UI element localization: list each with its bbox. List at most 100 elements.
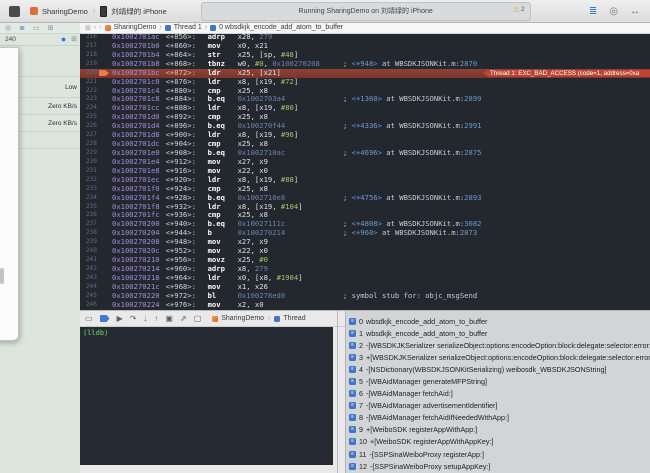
- exception-annotation[interactable]: Thread 1: EXC_BAD_ACCESS (code=1, addres…: [483, 70, 650, 77]
- line-number[interactable]: 227: [80, 131, 97, 140]
- stack-frame[interactable]: ≡5-[WBAidManager generateMFPString]: [346, 375, 650, 387]
- stack-frame[interactable]: ≡11-[SSPSinaWeiboProxy registerApp:]: [346, 448, 650, 460]
- standard-editor-icon[interactable]: ≣: [589, 6, 597, 17]
- gutter[interactable]: [97, 203, 112, 212]
- step-into-icon[interactable]: ↓: [143, 314, 147, 323]
- version-editor-icon[interactable]: ↔: [630, 6, 640, 17]
- gutter[interactable]: [97, 87, 112, 96]
- gutter[interactable]: [97, 104, 112, 113]
- stack-frame[interactable]: ≡0wbsdkjk_encode_add_atom_to_buffer: [346, 315, 650, 327]
- line-number[interactable]: 217: [80, 42, 97, 51]
- gutter[interactable]: [97, 33, 112, 42]
- line-number[interactable]: 234: [80, 194, 97, 203]
- line-number[interactable]: 220: [80, 69, 97, 78]
- stack-frame[interactable]: ≡6-[WBAidManager fetchAid:]: [346, 388, 650, 400]
- line-number[interactable]: 225: [80, 113, 97, 122]
- gutter[interactable]: [97, 185, 112, 194]
- line-number[interactable]: 243: [80, 274, 97, 283]
- line-number[interactable]: 236: [80, 211, 97, 220]
- stack-frame[interactable]: ≡10+[WeiboSDK registerAppWithAppKey:]: [346, 436, 650, 448]
- line-number[interactable]: 216: [80, 33, 97, 42]
- gutter[interactable]: [97, 131, 112, 140]
- line-number[interactable]: 229: [80, 149, 97, 158]
- gutter[interactable]: [97, 167, 112, 176]
- line-number[interactable]: 239: [80, 238, 97, 247]
- line-number[interactable]: 232: [80, 176, 97, 185]
- line-number[interactable]: 238: [80, 229, 97, 238]
- gutter[interactable]: [97, 95, 112, 104]
- gutter[interactable]: [97, 149, 112, 158]
- navigator-tab-1-icon[interactable]: ◎: [5, 24, 11, 32]
- line-number[interactable]: 223: [80, 95, 97, 104]
- scrollbar-thumb[interactable]: [0, 268, 4, 284]
- line-number[interactable]: 230: [80, 158, 97, 167]
- screenshot-icon[interactable]: ▢: [194, 314, 202, 323]
- gauge-icon[interactable]: [60, 36, 67, 43]
- gutter[interactable]: [97, 283, 112, 292]
- stack-frame[interactable]: ≡3+[WBSDKJKSerializer serializeObject:op…: [346, 351, 650, 363]
- gutter[interactable]: [97, 113, 112, 122]
- gutter[interactable]: [97, 265, 112, 274]
- stack-frame[interactable]: ≡1wbsdkjk_encode_add_atom_to_buffer: [346, 327, 650, 339]
- disasm-line[interactable]: 2460x100270224<+976>:movx2, x0: [80, 301, 650, 310]
- related-items-icon[interactable]: ⊞: [85, 24, 91, 32]
- view-toggle-icon[interactable]: ⊞: [71, 35, 77, 43]
- gutter[interactable]: [97, 78, 112, 87]
- line-number[interactable]: 246: [80, 301, 97, 310]
- gutter[interactable]: [97, 158, 112, 167]
- breakpoints-toggle-icon[interactable]: [100, 315, 110, 322]
- gutter[interactable]: [97, 220, 112, 229]
- stack-frame[interactable]: ≡7-[WBAidManager advertisementIdentifier…: [346, 400, 650, 412]
- device-name[interactable]: 刘靖绿的 iPhone: [111, 6, 166, 17]
- simulate-location-icon[interactable]: ⇗: [180, 314, 187, 323]
- line-number[interactable]: 241: [80, 256, 97, 265]
- line-number[interactable]: 235: [80, 203, 97, 212]
- gutter[interactable]: [97, 176, 112, 185]
- gutter[interactable]: [97, 238, 112, 247]
- issues-badge[interactable]: ⚠ 2: [513, 5, 525, 14]
- gutter[interactable]: [97, 256, 112, 265]
- gutter[interactable]: [97, 274, 112, 283]
- gutter[interactable]: [97, 194, 112, 203]
- line-number[interactable]: 221: [80, 78, 97, 87]
- line-number[interactable]: 231: [80, 167, 97, 176]
- line-number[interactable]: 228: [80, 140, 97, 149]
- stack-frame[interactable]: ≡2-[WBSDKJKSerializer serializeObject:op…: [346, 339, 650, 351]
- gutter[interactable]: [97, 51, 112, 60]
- continue-icon[interactable]: ▶: [117, 314, 123, 323]
- forward-icon[interactable]: ›: [99, 24, 101, 31]
- lldb-console[interactable]: (lldb): [80, 327, 333, 465]
- stack-frame[interactable]: ≡12-[SSPSinaWeiboProxy setupAppKey:]: [346, 460, 650, 472]
- line-number[interactable]: 244: [80, 283, 97, 292]
- process-row[interactable]: 240 ⊞: [0, 33, 80, 46]
- line-number[interactable]: 240: [80, 247, 97, 256]
- navigator-tab-4-icon[interactable]: ⊞: [48, 24, 54, 32]
- line-number[interactable]: 245: [80, 292, 97, 301]
- debug-app-name[interactable]: SharingDemo: [221, 315, 264, 322]
- back-icon[interactable]: ‹: [94, 24, 96, 31]
- line-number[interactable]: 233: [80, 185, 97, 194]
- scheme-selector[interactable]: SharingDemo › 刘靖绿的 iPhone: [30, 6, 167, 17]
- breadcrumb-frame[interactable]: 0 wbsdkjk_encode_add_atom_to_buffer: [219, 24, 343, 31]
- line-number[interactable]: 226: [80, 122, 97, 131]
- stack-frame[interactable]: ≡4-[NSDictionary(WBSDKJSONKitSerializing…: [346, 363, 650, 375]
- scheme-name[interactable]: SharingDemo: [42, 7, 88, 16]
- navigator-tab-debug-icon[interactable]: ≣: [19, 24, 25, 32]
- gutter[interactable]: [97, 140, 112, 149]
- stack-frame[interactable]: ≡8-[WBAidManager fetchAidIfNeededWithApp…: [346, 412, 650, 424]
- gutter[interactable]: [97, 229, 112, 238]
- line-number[interactable]: 218: [80, 51, 97, 60]
- breadcrumb-thread[interactable]: Thread 1: [174, 24, 202, 31]
- step-over-icon[interactable]: ↷: [130, 314, 137, 323]
- line-number[interactable]: 222: [80, 87, 97, 96]
- gutter[interactable]: [97, 211, 112, 220]
- view-hierarchy-icon[interactable]: ▣: [165, 314, 173, 323]
- gutter[interactable]: [97, 42, 112, 51]
- stack-frame[interactable]: ≡9+[WeiboSDK registerAppWithApp:]: [346, 424, 650, 436]
- gutter[interactable]: [97, 122, 112, 131]
- gutter[interactable]: [97, 292, 112, 301]
- gutter[interactable]: [97, 247, 112, 256]
- assistant-editor-icon[interactable]: ◎: [609, 6, 618, 17]
- step-out-icon[interactable]: ↑: [154, 314, 158, 323]
- hide-debug-area-icon[interactable]: ▭: [85, 314, 93, 323]
